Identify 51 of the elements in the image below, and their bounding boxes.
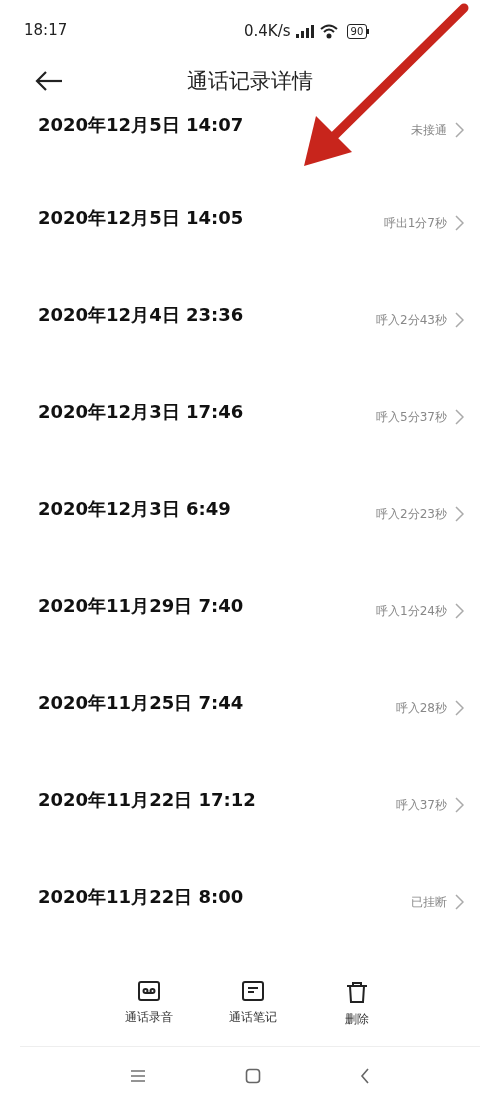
call-datetime: 2020年11月22日 8:00 <box>38 885 244 909</box>
call-record-row[interactable]: 2020年11月22日 17:12 呼入37秒 <box>0 752 500 849</box>
call-status: 呼入5分37秒 <box>376 409 447 426</box>
call-status: 呼入2分23秒 <box>376 506 447 523</box>
call-record-row[interactable]: 2020年12月3日 6:49 呼入2分23秒 <box>0 461 500 558</box>
call-record-row[interactable]: 2020年12月5日 14:07 未接通 <box>0 104 500 170</box>
call-status: 呼入2分43秒 <box>376 312 447 329</box>
wifi-icon <box>318 23 339 40</box>
note-icon <box>241 980 265 1002</box>
tape-icon <box>137 980 161 1002</box>
menu-button[interactable] <box>129 1070 146 1082</box>
page-title: 通话记录详情 <box>187 68 313 96</box>
call-record-row[interactable]: 2020年11月22日 8:00 已挂断 <box>0 849 500 946</box>
home-button[interactable] <box>245 1068 261 1084</box>
toolbar-button[interactable]: 删除 <box>325 980 389 1028</box>
call-record-row[interactable]: 2020年11月29日 7:40 呼入1分24秒 <box>0 558 500 655</box>
call-record-row[interactable]: 2020年12月5日 14:05 呼出1分7秒 <box>0 170 500 267</box>
call-status: 呼入37秒 <box>395 797 447 814</box>
call-record-row[interactable]: 2020年12月3日 17:46 呼入5分37秒 <box>0 364 500 461</box>
chevron-right-icon <box>455 603 464 619</box>
call-status: 已挂断 <box>411 894 447 911</box>
chevron-right-icon <box>455 312 464 328</box>
trash-icon <box>345 980 369 1004</box>
call-datetime: 2020年12月3日 6:49 <box>38 497 231 521</box>
call-datetime: 2020年12月5日 14:05 <box>38 206 244 230</box>
chevron-right-icon <box>455 506 464 522</box>
chevron-right-icon <box>455 797 464 813</box>
call-record-row[interactable]: 2020年12月4日 23:36 呼入2分43秒 <box>0 267 500 364</box>
toolbar-button[interactable]: 通话录音 <box>117 980 181 1028</box>
call-datetime: 2020年11月25日 7:44 <box>38 691 244 715</box>
call-datetime: 2020年11月22日 17:12 <box>38 788 256 812</box>
call-status: 未接通 <box>411 122 447 139</box>
network-speed: 0.4K/s <box>244 21 291 42</box>
toolbar-button[interactable]: 通话笔记 <box>221 980 285 1028</box>
clock: 18:17 <box>24 19 68 41</box>
call-status: 呼入1分24秒 <box>376 603 447 620</box>
back-nav-button[interactable] <box>360 1068 371 1084</box>
chevron-right-icon <box>455 894 464 910</box>
chevron-right-icon <box>455 122 464 138</box>
call-datetime: 2020年11月29日 7:40 <box>38 594 244 618</box>
call-status: 呼入28秒 <box>395 700 447 717</box>
call-datetime: 2020年12月5日 14:07 <box>38 113 244 137</box>
call-status: 呼出1分7秒 <box>383 215 447 232</box>
signal-icon <box>294 23 315 40</box>
battery-icon: 90 <box>346 23 370 39</box>
call-datetime: 2020年12月3日 17:46 <box>38 400 244 424</box>
call-record-row[interactable]: 2020年11月25日 7:44 呼入28秒 <box>0 655 500 752</box>
chevron-right-icon <box>455 215 464 231</box>
chevron-right-icon <box>455 409 464 425</box>
call-datetime: 2020年12月4日 23:36 <box>38 303 244 327</box>
chevron-right-icon <box>455 700 464 716</box>
